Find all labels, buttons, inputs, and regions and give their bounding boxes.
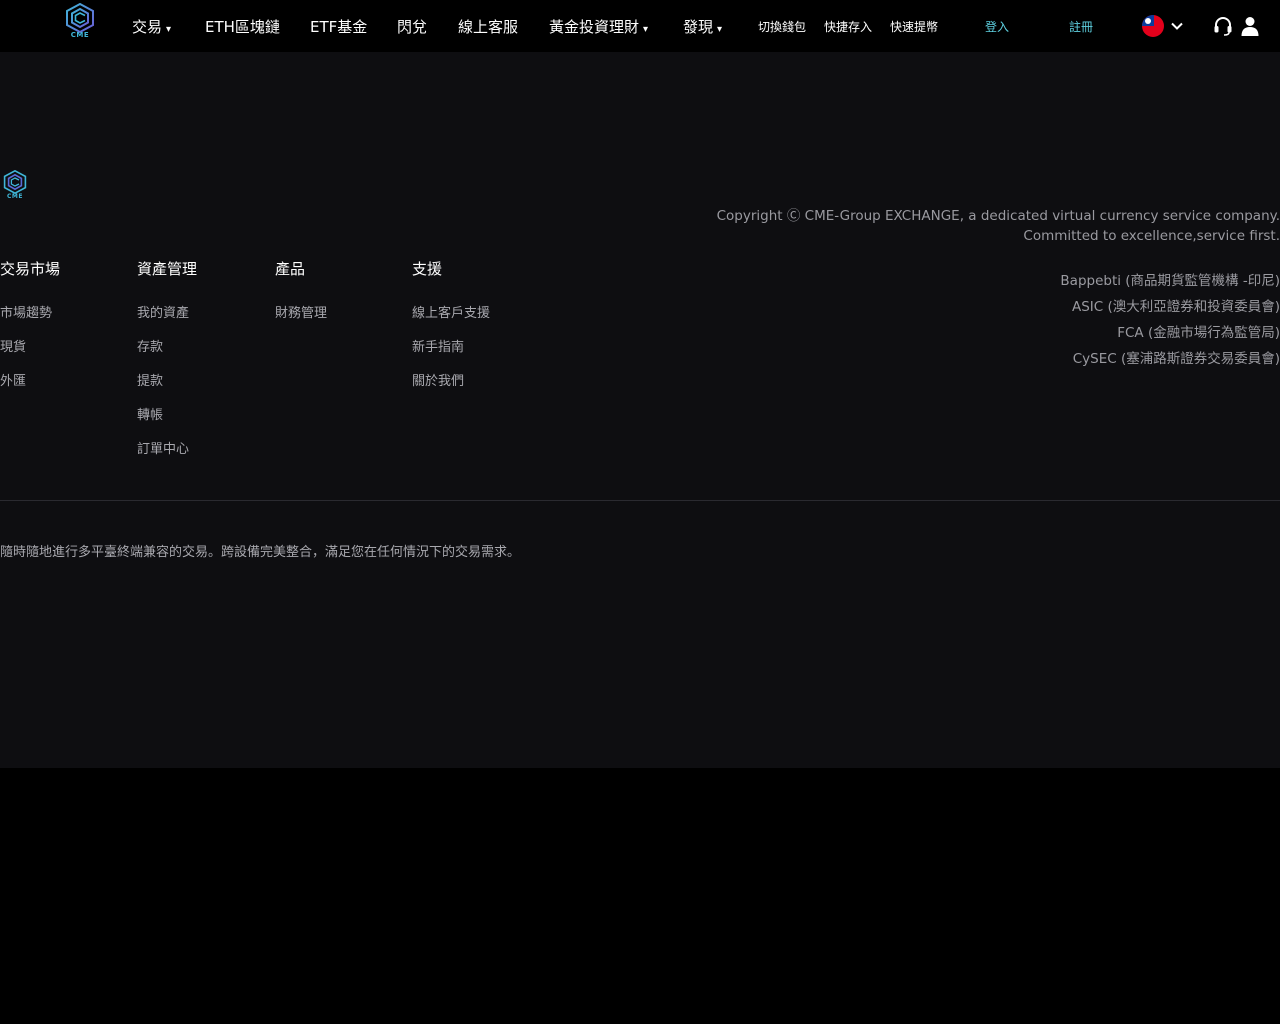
register-button[interactable]: 註冊 bbox=[1069, 18, 1093, 35]
regulator-item: FCA (金融市場行為監管局) bbox=[1117, 325, 1280, 341]
footer-link-transfer[interactable]: 轉帳 bbox=[137, 404, 163, 423]
nav-trade-label: 交易 bbox=[132, 18, 163, 36]
footer-link-my-assets[interactable]: 我的資產 bbox=[137, 302, 189, 321]
footer-link-deposit[interactable]: 存款 bbox=[137, 336, 163, 355]
nav-discover-label: 發現 bbox=[683, 18, 714, 36]
footer-link-order-center[interactable]: 訂單中心 bbox=[137, 438, 189, 457]
nav-eth-chain[interactable]: ETH區塊鏈 bbox=[205, 16, 280, 37]
copyright-line-2: Committed to excellence,service first. bbox=[1023, 228, 1280, 244]
nav-swap[interactable]: 閃兌 bbox=[397, 16, 427, 37]
footer-link-about-us[interactable]: 關於我們 bbox=[412, 370, 464, 389]
caret-down-icon: ▾ bbox=[643, 24, 649, 35]
nav-support[interactable]: 線上客服 bbox=[458, 16, 518, 37]
footer-link-online-support[interactable]: 線上客戶支援 bbox=[412, 302, 490, 321]
nav-trade[interactable]: 交易 ▾ bbox=[132, 16, 171, 37]
footer-link-spot[interactable]: 現貨 bbox=[0, 336, 26, 355]
user-icon[interactable] bbox=[1239, 15, 1261, 37]
nav-gold-label: 黃金投資理財 bbox=[549, 18, 640, 36]
login-button[interactable]: 登入 bbox=[985, 18, 1009, 35]
cme-logo[interactable]: CME bbox=[64, 3, 96, 41]
footer-col-markets-title: 交易市場 bbox=[0, 260, 61, 278]
footer-link-forex[interactable]: 外匯 bbox=[0, 370, 26, 389]
footer-link-financial-management[interactable]: 財務管理 bbox=[275, 302, 327, 321]
copyright-text: Copyright Ⓒ CME-Group EXCHANGE, a dedica… bbox=[717, 206, 1280, 246]
footer-link-withdraw[interactable]: 提款 bbox=[137, 370, 163, 389]
regulator-item: ASIC (澳大利亞證券和投資委員會) bbox=[1071, 299, 1280, 315]
regulator-list: Bappebti (商品期貨監管機構 -印尼) ASIC (澳大利亞證券和投資委… bbox=[1060, 268, 1280, 372]
footer-logo-text: CME bbox=[7, 193, 23, 200]
footer-tagline: 隨時隨地進行多平臺終端兼容的交易。跨設備完美整合，滿足您在任何情況下的交易需求。 bbox=[0, 545, 521, 560]
nav-gold[interactable]: 黃金投資理財 ▾ bbox=[549, 16, 648, 37]
regulator-item: Bappebti (商品期貨監管機構 -印尼) bbox=[1060, 273, 1280, 289]
footer-divider bbox=[0, 500, 1280, 501]
footer-col-assets-title: 資產管理 bbox=[137, 260, 198, 278]
footer-link-market-trends[interactable]: 市場趨勢 bbox=[0, 302, 52, 321]
footer-link-beginner-guide[interactable]: 新手指南 bbox=[412, 336, 464, 355]
quick-withdraw-link[interactable]: 快速提幣 bbox=[890, 18, 938, 35]
regulator-item: CySEC (塞浦路斯證券交易委員會) bbox=[1072, 351, 1280, 367]
footer-col-products-title: 產品 bbox=[275, 260, 306, 278]
caret-down-icon: ▾ bbox=[717, 24, 723, 35]
footer-col-support-title: 支援 bbox=[412, 260, 443, 278]
chevron-down-icon[interactable] bbox=[1170, 18, 1184, 37]
site-footer: CME 交易市場 市場趨勢 現貨 外匯 資產管理 我的資產 存款 提款 轉帳 訂… bbox=[0, 52, 1280, 768]
taiwan-flag-icon[interactable] bbox=[1142, 15, 1164, 37]
quick-deposit-link[interactable]: 快捷存入 bbox=[824, 18, 872, 35]
caret-down-icon: ▾ bbox=[166, 24, 172, 35]
nav-etf[interactable]: ETF基金 bbox=[310, 16, 367, 37]
logo-text: CME bbox=[70, 31, 90, 39]
switch-wallet-link[interactable]: 切換錢包 bbox=[758, 18, 806, 35]
top-navigation-bar: CME 交易 ▾ ETH區塊鏈 ETF基金 閃兌 線上客服 黃金投資理財 ▾ 發現 ▾… bbox=[0, 0, 1280, 52]
headset-icon[interactable] bbox=[1212, 15, 1234, 37]
nav-discover[interactable]: 發現 ▾ bbox=[683, 16, 722, 37]
copyright-line-1: Copyright Ⓒ CME-Group EXCHANGE, a dedica… bbox=[716, 208, 1280, 224]
footer-cme-logo[interactable]: CME bbox=[2, 169, 28, 204]
